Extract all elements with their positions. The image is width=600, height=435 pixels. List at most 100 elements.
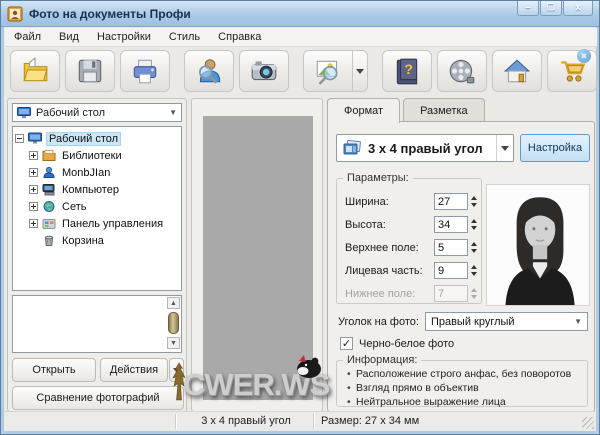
toolbar-close-icon[interactable]: ×	[577, 49, 591, 63]
tree-item-label: Корзина	[60, 235, 106, 247]
compare-photos-button[interactable]: Сравнение фотографий	[12, 386, 184, 410]
minimize-button[interactable]: –	[517, 1, 539, 16]
tree-item-desktop[interactable]: Рабочий стол	[15, 130, 179, 147]
scrollbar-thumb[interactable]	[168, 312, 179, 334]
tree-item-control-panel[interactable]: Панель управления	[15, 215, 179, 232]
expand-icon[interactable]	[29, 151, 38, 160]
corner-label: Уголок на фото:	[338, 316, 419, 328]
tree-item-libraries[interactable]: Библиотеки	[15, 147, 179, 164]
top-margin-input[interactable]	[434, 239, 468, 256]
scroll-up-icon[interactable]: ▲	[167, 297, 180, 309]
actions-dropdown[interactable]	[169, 358, 184, 382]
width-stepper[interactable]	[471, 196, 477, 207]
tab-format[interactable]: Формат	[327, 98, 400, 123]
status-format: 3 х 4 правый угол	[180, 415, 312, 427]
expand-icon[interactable]	[29, 219, 38, 228]
info-item: Нейтральное выражение лица	[347, 396, 587, 409]
libraries-icon	[42, 149, 56, 162]
settings-button[interactable]: Настройка	[520, 134, 590, 162]
menu-settings[interactable]: Настройки	[88, 29, 160, 45]
height-input[interactable]	[434, 216, 468, 233]
info-groupbox: Информация: Расположение строго анфас, б…	[336, 360, 588, 407]
print-icon	[130, 56, 160, 86]
param-top-margin: Верхнее поле:	[345, 239, 477, 256]
portrait-image	[487, 185, 589, 305]
folder-tree[interactable]: Рабочий стол Библиотеки MonbJIan	[12, 126, 182, 291]
save-icon	[75, 56, 105, 86]
top-margin-stepper[interactable]	[471, 242, 477, 253]
expand-icon[interactable]	[29, 185, 38, 194]
bw-row: ✓ Черно-белое фото	[340, 337, 454, 350]
chevron-down-icon	[356, 69, 364, 74]
help-button[interactable]: ?	[382, 50, 432, 92]
menu-help[interactable]: Справка	[209, 29, 270, 45]
thumbnail-list[interactable]: ▲ ▼	[12, 295, 182, 353]
height-stepper[interactable]	[471, 219, 477, 230]
open-folder-icon	[20, 56, 50, 86]
param-bottom-margin: Нижнее поле:	[345, 285, 477, 302]
desktop-icon	[28, 132, 42, 145]
location-value: Рабочий стол	[36, 107, 105, 119]
format-combobox[interactable]: 3 х 4 правый угол	[336, 134, 514, 162]
find-person-button[interactable]	[184, 50, 234, 92]
print-button[interactable]	[120, 50, 170, 92]
menu-view[interactable]: Вид	[50, 29, 88, 45]
camera-button[interactable]	[239, 50, 289, 92]
chevron-down-icon: ▼	[169, 108, 177, 117]
face-part-input[interactable]	[434, 262, 468, 279]
info-title: Информация:	[343, 354, 421, 366]
toolbar: ?	[5, 47, 597, 95]
divider	[313, 414, 314, 429]
expand-icon[interactable]	[29, 202, 38, 211]
info-item: Расположение строго анфас, без поворотов	[347, 368, 587, 381]
tree-item-label: Сеть	[60, 201, 88, 213]
home-icon	[502, 56, 532, 86]
corner-row: Уголок на фото: Правый круглый ▼	[338, 312, 588, 331]
video-button[interactable]	[437, 50, 487, 92]
app-window: Фото на документы Профи – ❒ x Файл Вид Н…	[0, 0, 600, 435]
desktop-icon	[17, 107, 31, 119]
window-title: Фото на документы Профи	[29, 7, 191, 21]
tree-item-label: Компьютер	[60, 184, 121, 196]
actions-button[interactable]: Действия	[100, 358, 168, 382]
chevron-down-icon	[497, 146, 513, 151]
open-button[interactable]	[10, 50, 60, 92]
user-icon	[42, 166, 56, 179]
svg-text:?: ?	[404, 61, 413, 77]
width-input[interactable]	[434, 193, 468, 210]
param-width: Ширина:	[345, 193, 477, 210]
corner-value: Правый круглый	[431, 316, 515, 328]
open-file-button[interactable]: Открыть	[12, 358, 96, 382]
preview-button[interactable]	[303, 50, 353, 92]
collapse-icon[interactable]	[15, 134, 24, 143]
home-button[interactable]	[492, 50, 542, 92]
expand-icon[interactable]	[29, 168, 38, 177]
params-groupbox: Параметры: Ширина: Высота: Верхнее поле:…	[336, 178, 482, 304]
recycle-bin-icon	[42, 234, 56, 247]
menu-file[interactable]: Файл	[5, 29, 50, 45]
tree-item-recycle-bin[interactable]: Корзина	[15, 232, 179, 249]
preview-dropdown[interactable]	[353, 50, 368, 92]
tab-layout[interactable]: Разметка	[403, 98, 485, 122]
info-item: Взгляд прямо в объектив	[347, 382, 587, 395]
tree-item-user[interactable]: MonbJIan	[15, 164, 179, 181]
computer-icon	[42, 183, 56, 196]
preview-icon	[313, 56, 343, 86]
face-part-stepper[interactable]	[471, 265, 477, 276]
app-icon	[7, 6, 23, 22]
bw-checkbox[interactable]: ✓	[340, 337, 353, 350]
close-button[interactable]: x	[563, 1, 593, 16]
menu-style[interactable]: Стиль	[160, 29, 209, 45]
location-combobox[interactable]: Рабочий стол ▼	[12, 103, 182, 122]
film-reel-icon	[447, 56, 477, 86]
resize-grip[interactable]	[582, 417, 594, 429]
format-value: 3 х 4 правый угол	[368, 141, 483, 156]
save-button[interactable]	[65, 50, 115, 92]
scrollbar[interactable]: ▲ ▼	[167, 297, 180, 351]
corner-combobox[interactable]: Правый круглый ▼	[425, 312, 588, 331]
tree-item-network[interactable]: Сеть	[15, 198, 179, 215]
scroll-down-icon[interactable]: ▼	[167, 337, 180, 349]
maximize-button[interactable]: ❒	[540, 1, 562, 16]
param-height: Высота:	[345, 216, 477, 233]
tree-item-computer[interactable]: Компьютер	[15, 181, 179, 198]
